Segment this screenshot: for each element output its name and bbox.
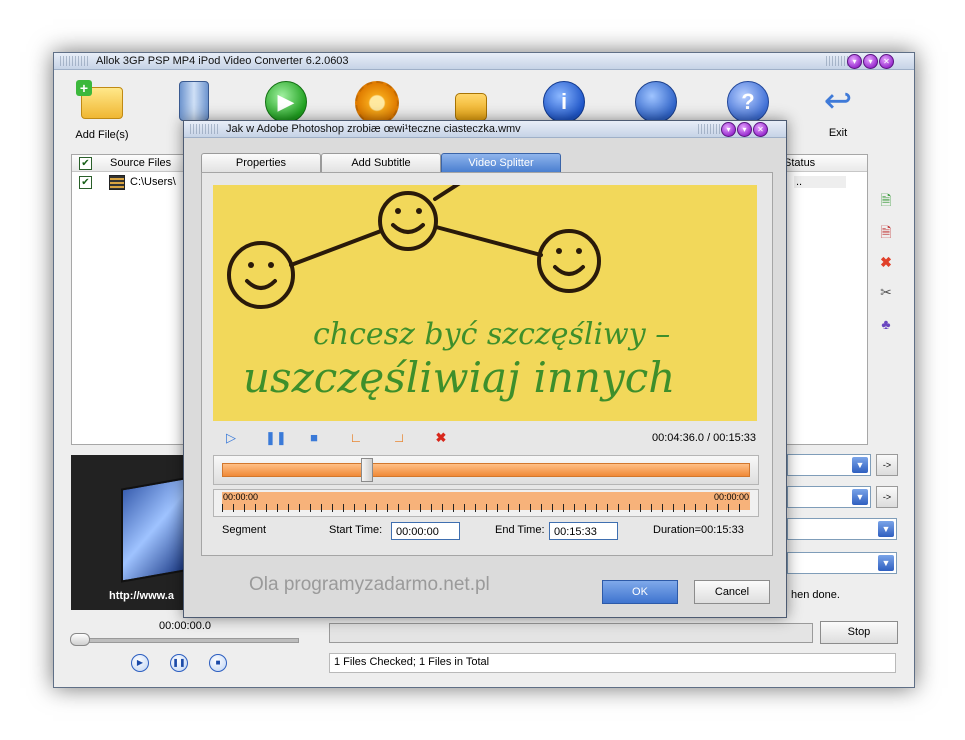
play-button[interactable]: ▶ [131, 654, 149, 672]
tab-video-splitter[interactable]: Video Splitter [441, 153, 561, 172]
pause-button[interactable]: ❚❚ [170, 654, 188, 672]
help-button[interactable]: ? [718, 81, 778, 123]
start-time-label: Start Time: [329, 524, 383, 536]
preview-panel: http://www.a [71, 455, 186, 610]
conversion-progress-bar [329, 623, 813, 643]
segment-label: Segment [222, 524, 267, 536]
preview-url: http://www.a [109, 590, 174, 602]
status-header[interactable]: Status [784, 157, 815, 169]
maximize-icon[interactable]: ▾ [863, 54, 878, 69]
tab-properties[interactable]: Properties [201, 153, 321, 172]
register-button[interactable] [441, 81, 501, 121]
info-icon: i [543, 81, 585, 123]
convert-button[interactable]: ▶ [256, 81, 316, 123]
main-titlebar[interactable]: Allok 3GP PSP MP4 iPod Video Converter 6… [54, 53, 914, 70]
output-dropdown[interactable]: ▼ [787, 518, 897, 540]
player-seek-thumb[interactable] [70, 633, 90, 646]
mark-start-icon[interactable]: ∟ [349, 431, 363, 445]
video-splitter-dialog: Jak w Adobe Photoshop zrobiæ œwi¹teczne … [183, 120, 787, 618]
video-frame: chcesz być szczęśliwy – uszczęśliwiaj in… [213, 185, 757, 421]
segment-timeline[interactable]: 00:00:00 00:00:00 [213, 489, 759, 517]
source-files-header[interactable]: Source Files [110, 157, 171, 169]
video-caption-line2: uszczęśliwiaj innych [243, 353, 676, 402]
cancel-button[interactable]: Cancel [694, 580, 770, 604]
timeline-ticks [222, 504, 750, 512]
chevron-down-icon: ▼ [878, 521, 894, 537]
add-files-button[interactable]: + Add File(s) [72, 80, 132, 141]
end-time-label: End Time: [495, 524, 545, 536]
help-icon: ? [727, 81, 769, 123]
watermark-text: Ola programyzadarmo.net.pl [249, 574, 490, 595]
time-display: 00:04:36.0 / 00:15:33 [652, 432, 756, 444]
chevron-down-icon: ▼ [878, 555, 894, 571]
chevron-down-icon: ▼ [852, 489, 868, 505]
dialog-close-icon[interactable]: ✕ [753, 122, 768, 137]
ok-button[interactable]: OK [602, 580, 678, 604]
about-button[interactable]: i [534, 81, 594, 123]
minimize-icon[interactable]: ▾ [847, 54, 862, 69]
timeline-start-label: 00:00:00 [223, 492, 259, 502]
mark-end-icon[interactable]: ∟ [392, 430, 406, 445]
seek-slider[interactable] [213, 455, 759, 485]
close-icon[interactable]: ✕ [879, 54, 894, 69]
play-icon[interactable]: ▷ [224, 431, 238, 445]
start-time-input[interactable]: 00:00:00 [391, 522, 460, 540]
tab-add-subtitle[interactable]: Add Subtitle [321, 153, 441, 172]
main-window-title: Allok 3GP PSP MP4 iPod Video Converter 6… [96, 55, 349, 67]
stop-icon[interactable]: ■ [307, 431, 321, 445]
play-icon: ▶ [265, 81, 307, 123]
film-icon [109, 175, 125, 190]
video-caption-line1: chcesz być szczęśliwy – [313, 317, 671, 352]
row-checkbox[interactable]: ✔ [79, 176, 92, 189]
player-seek-bar[interactable] [72, 638, 299, 643]
exit-button[interactable]: ↩ Exit [808, 81, 868, 139]
settings-gear-icon [355, 81, 399, 125]
profile-settings-button[interactable]: -> [876, 454, 898, 476]
pause-icon[interactable]: ❚❚ [265, 431, 287, 445]
profile-dropdown[interactable]: ▼ [787, 454, 871, 476]
dialog-titlebar[interactable]: Jak w Adobe Photoshop zrobiæ œwi¹teczne … [184, 121, 786, 138]
delete-icon[interactable]: ✖ [877, 253, 895, 271]
exit-arrow-icon: ↩ [823, 82, 853, 120]
website-button[interactable] [626, 81, 686, 123]
lock-icon [455, 93, 487, 121]
options-button[interactable] [347, 81, 407, 125]
source-file-path: C:\Users\ [130, 176, 176, 188]
format-settings-button[interactable]: -> [876, 486, 898, 508]
status-bar: 1 Files Checked; 1 Files in Total [329, 653, 896, 673]
clapperboard-icon [121, 477, 185, 583]
player-time: 00:00:00.0 [159, 620, 211, 632]
action-dropdown[interactable]: ▼ [787, 552, 897, 574]
trash-icon [179, 81, 209, 121]
dialog-maximize-icon[interactable]: ▾ [737, 122, 752, 137]
add-folder-icon: + [76, 80, 123, 119]
when-done-label: hen done. [791, 589, 840, 601]
row-status: .. [794, 176, 846, 188]
duration-label: Duration=00:15:33 [653, 524, 744, 536]
stop-playback-button[interactable]: ■ [209, 654, 227, 672]
scissors-icon[interactable]: ✂ [877, 283, 895, 301]
seek-thumb[interactable] [361, 458, 374, 482]
chevron-down-icon: ▼ [852, 457, 868, 473]
status-text: 1 Files Checked; 1 Files in Total [334, 656, 490, 668]
select-all-checkbox[interactable]: ✔ [79, 157, 92, 170]
add-file-icon[interactable]: 🗎 [877, 191, 895, 209]
seek-track [222, 463, 750, 477]
dialog-minimize-icon[interactable]: ▾ [721, 122, 736, 137]
end-time-input[interactable]: 00:15:33 [549, 522, 618, 540]
globe-icon [635, 81, 677, 123]
remove-file-icon[interactable]: 🗎 [877, 223, 895, 241]
clear-segment-icon[interactable]: ✖ [434, 431, 448, 445]
merge-icon[interactable]: ♣ [877, 315, 895, 333]
stop-button[interactable]: Stop [820, 621, 898, 644]
timeline-end-label: 00:00:00 [713, 492, 749, 502]
dialog-title: Jak w Adobe Photoshop zrobiæ œwi¹teczne … [226, 123, 521, 135]
format-dropdown[interactable]: ▼ [787, 486, 871, 508]
